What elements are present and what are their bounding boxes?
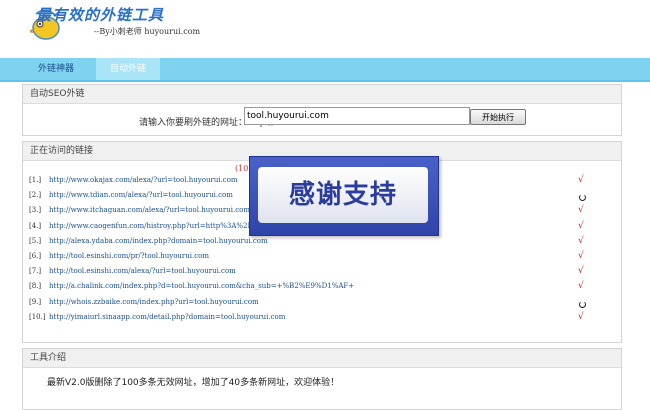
- link-url[interactable]: http://www.okajax.com/alexa/?url=tool.hu…: [49, 176, 238, 184]
- seo-panel-title: 自动SEO外链: [23, 85, 621, 104]
- popup-card: 感谢支持: [258, 167, 428, 223]
- link-row: [9.] http://whois.zzbaike.com/index.php?u…: [29, 298, 259, 311]
- loading-spinner-icon: [579, 301, 586, 308]
- link-url[interactable]: http://alexa.ydaba.com/index.php?domain=…: [49, 237, 268, 245]
- nav-tab-link-tool[interactable]: 外链神器: [28, 58, 84, 80]
- link-index: [5.]: [29, 237, 42, 245]
- intro-text: 最新V2.0版删除了100多条无效网址，增加了40多条新网址，欢迎体验！: [47, 378, 340, 388]
- link-index: [3.]: [29, 206, 42, 214]
- done-check-icon: √: [578, 221, 584, 231]
- link-row: [5.] http://alexa.ydaba.com/index.php?dom…: [29, 237, 268, 250]
- link-url[interactable]: http://www.itchaguan.com/alexa/?url=tool…: [49, 206, 250, 214]
- site-title: 最有效的外链工具: [36, 6, 165, 24]
- link-index: [1.]: [29, 176, 42, 184]
- popup-text: 感谢支持: [288, 180, 397, 210]
- link-row: [3.] http://www.itchaguan.com/alexa/?url=…: [29, 206, 250, 219]
- main-nav: 外链神器 自动外链: [0, 58, 650, 82]
- done-check-icon: √: [578, 266, 584, 276]
- done-check-icon: √: [578, 281, 584, 291]
- site-subtitle: --By小刺老师 huyourui.com: [94, 27, 201, 36]
- link-row: [10.] http://yimaiurl.sinaapp.com/detail.…: [29, 313, 285, 326]
- link-index: [2.]: [29, 191, 42, 199]
- link-url[interactable]: http://yimaiurl.sinaapp.com/detail.php?d…: [49, 313, 285, 321]
- link-index: [4.]: [29, 222, 42, 230]
- url-input[interactable]: [244, 107, 470, 125]
- intro-panel: 工具介绍 最新V2.0版删除了100多条无效网址，增加了40多条新网址，欢迎体验…: [22, 348, 622, 410]
- link-row: [6.] http://tool.esinshi.com/pr/?tool.huy…: [29, 252, 209, 265]
- start-button[interactable]: 开始执行: [470, 109, 526, 125]
- link-url[interactable]: http://www.tdian.com/alexa/?url=tool.huy…: [49, 191, 233, 199]
- progress-counter: (10: [235, 164, 249, 173]
- done-check-icon: √: [578, 251, 584, 261]
- link-row: [2.] http://www.tdian.com/alexa/?url=tool…: [29, 191, 233, 204]
- link-index: [6.]: [29, 252, 42, 260]
- link-url[interactable]: http://tool.esinshi.com/alexa/?url=tool.…: [49, 267, 236, 275]
- link-row: [8.] http://a.chalink.com/index.php?d=too…: [29, 282, 354, 295]
- done-check-icon: √: [578, 175, 584, 185]
- link-row: [7.] http://tool.esinshi.com/alexa/?url=t…: [29, 267, 236, 280]
- link-index: [8.]: [29, 282, 42, 290]
- loading-spinner-icon: [579, 194, 586, 201]
- done-check-icon: √: [578, 205, 584, 215]
- page-header: 最有效的外链工具 --By小刺老师 huyourui.com: [0, 0, 650, 58]
- link-index: [7.]: [29, 267, 42, 275]
- link-index: [10.]: [29, 313, 46, 321]
- link-index: [9.]: [29, 298, 42, 306]
- nav-tab-auto-links[interactable]: 自动外链: [96, 58, 160, 80]
- link-url[interactable]: http://whois.zzbaike.com/index.php?url=t…: [49, 298, 259, 306]
- link-url[interactable]: http://tool.esinshi.com/pr/?tool.huyouru…: [49, 252, 209, 260]
- done-check-icon: √: [578, 236, 584, 246]
- intro-panel-title: 工具介绍: [23, 349, 621, 368]
- link-url[interactable]: http://a.chalink.com/index.php?d=tool.hu…: [49, 282, 354, 290]
- thanks-popup: 感谢支持: [249, 156, 439, 236]
- done-check-icon: √: [578, 312, 584, 322]
- link-row: [1.] http://www.okajax.com/alexa/?url=too…: [29, 176, 238, 189]
